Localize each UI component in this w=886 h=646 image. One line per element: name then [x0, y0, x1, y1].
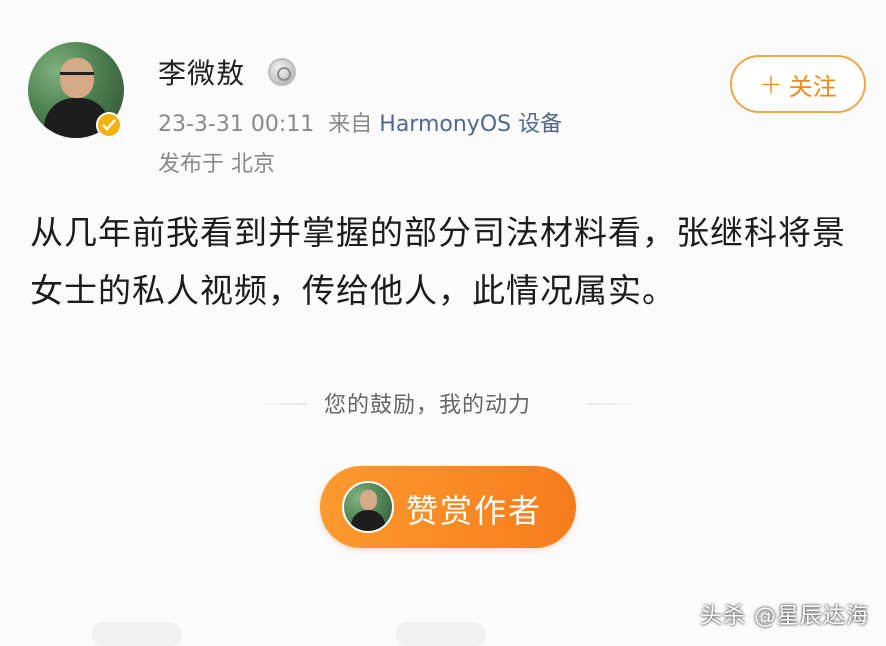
- follow-label: 关注: [788, 72, 837, 101]
- source-prefix: 来自: [328, 112, 373, 137]
- plus-icon: +: [759, 67, 783, 100]
- reward-button-label: 赞赏作者: [406, 492, 543, 530]
- divider-right: [588, 403, 636, 405]
- medal-icon[interactable]: [268, 58, 296, 86]
- watermark: 头杀 @星辰达海: [700, 604, 869, 629]
- encourage-text: 您的鼓励，我的动力: [324, 393, 532, 418]
- reward-avatar: [342, 481, 394, 533]
- divider-left: [258, 403, 306, 405]
- follow-button[interactable]: + 关注: [730, 55, 866, 113]
- post-timestamp: 23-3-31 00:11: [158, 112, 315, 137]
- post-location: 发布于 北京: [158, 152, 275, 177]
- weibo-post-card: 李微敖 23-3-31 00:11 来自 HarmonyOS 设备 发布于 北京 …: [0, 0, 886, 646]
- device-link[interactable]: HarmonyOS 设备: [379, 112, 562, 137]
- post-meta: 23-3-31 00:11 来自 HarmonyOS 设备: [158, 106, 562, 138]
- avatar-glasses: [60, 72, 94, 83]
- author-name[interactable]: 李微敖: [158, 52, 245, 92]
- reward-avatar-body: [351, 510, 385, 531]
- bottom-action-placeholder: [396, 622, 486, 646]
- reward-author-button[interactable]: 赞赏作者: [320, 466, 576, 548]
- post-content: 从几年前我看到并掌握的部分司法材料看，张继科将景女士的私人视频，传给他人，此情况…: [30, 213, 846, 310]
- bottom-action-placeholder: [92, 622, 182, 646]
- verified-badge-icon: [96, 112, 122, 138]
- reward-avatar-face: [360, 490, 377, 510]
